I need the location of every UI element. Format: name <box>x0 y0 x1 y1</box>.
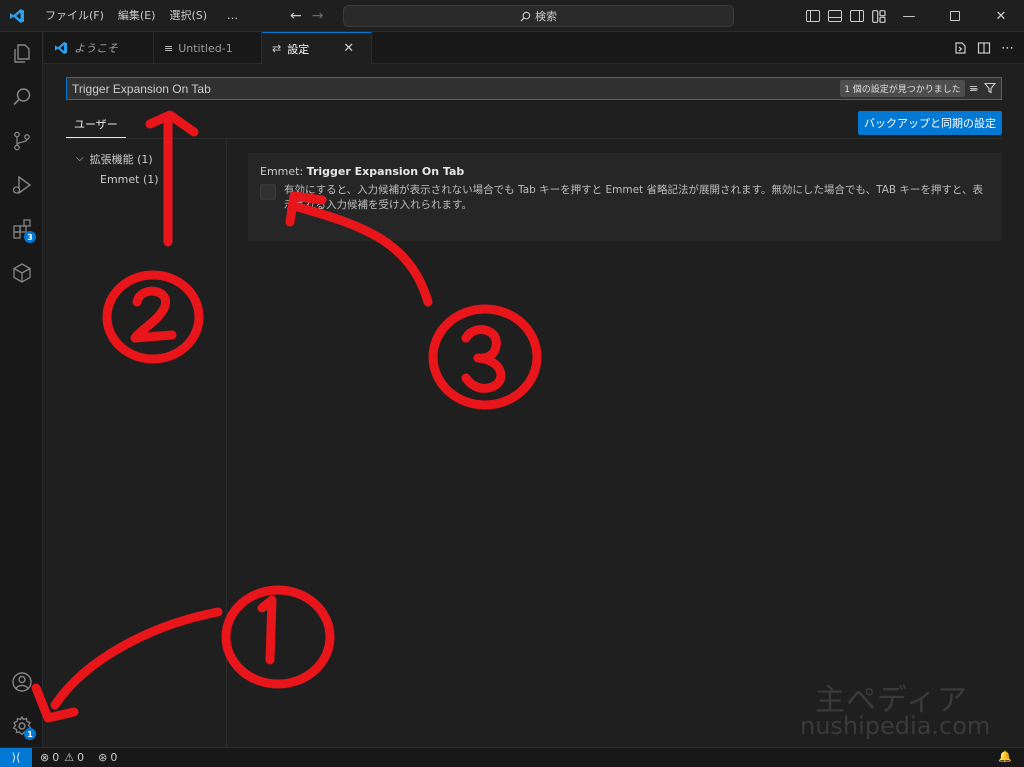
divider <box>66 138 1002 139</box>
settings-toc: ⌵ 拡張機能 (1) Emmet (1) <box>66 148 226 190</box>
settings-search: 1 個の設定が見つかりました ≡̶ <box>66 77 1002 100</box>
setting-name: Trigger Expansion On Tab <box>306 165 465 178</box>
customize-layout-icon[interactable] <box>872 9 886 23</box>
notifications-bell-icon[interactable]: 🔔 <box>998 750 1012 763</box>
menu-selection[interactable]: 選択(S) <box>162 0 214 32</box>
tab-untitled[interactable]: ≡ Untitled-1 <box>154 32 262 64</box>
more-actions-icon[interactable]: ⋯ <box>1001 41 1014 56</box>
menu-more[interactable]: … <box>220 0 245 32</box>
clear-filter-icon[interactable]: ≡̶ <box>969 82 978 95</box>
remote-indicator-icon[interactable]: ⟩⟨ <box>0 748 32 767</box>
manage-badge: 1 <box>24 728 36 740</box>
menu-bar: ファイル(F) 編集(E) 選択(S) … <box>38 0 245 32</box>
tab-label: 設定 <box>287 42 310 56</box>
command-center-label: 検索 <box>535 10 557 23</box>
status-bar: ⟩⟨ ⊗ 0 ⚠ 0 ⊛ 0 🔔 <box>0 747 1024 767</box>
broadcast-icon: ⊛ <box>98 751 108 764</box>
extensions-badge: 3 <box>24 231 36 243</box>
tab-label: ようこそ <box>74 42 118 55</box>
menu-file[interactable]: ファイル(F) <box>38 0 111 32</box>
account-icon[interactable] <box>0 662 43 702</box>
remote-explorer-icon[interactable] <box>0 253 43 293</box>
chevron-down-icon: ⌵ <box>76 153 84 164</box>
search-icon <box>520 11 531 22</box>
toc-item-extensions[interactable]: ⌵ 拡張機能 (1) <box>66 148 226 169</box>
setting-checkbox[interactable] <box>260 184 276 200</box>
watermark-url: nushipedia.com <box>800 712 991 740</box>
tab-settings[interactable]: ⇄ 設定 ✕ <box>262 32 372 64</box>
tab-label: Untitled-1 <box>178 41 233 55</box>
settings-scope-tabs: ユーザー <box>66 116 126 138</box>
warning-icon: ⚠ <box>64 751 75 764</box>
toggle-primary-sidebar-icon[interactable] <box>806 10 820 22</box>
error-count: 0 <box>52 751 60 764</box>
search-result-count: 1 個の設定が見つかりました <box>840 80 965 97</box>
window-controls: — ✕ <box>886 0 1024 32</box>
ports-count: 0 <box>110 751 118 764</box>
search-icon[interactable] <box>0 77 43 117</box>
activity-bar: 3 1 <box>0 32 43 747</box>
tab-welcome[interactable]: ようこそ <box>44 32 154 64</box>
menu-edit[interactable]: 編集(E) <box>111 0 163 32</box>
ports-indicator[interactable]: ⊛ 0 <box>98 751 117 764</box>
file-icon: ≡ <box>164 41 174 55</box>
problems-indicator[interactable]: ⊗ 0 ⚠ 0 <box>40 751 84 764</box>
setting-category: Emmet: <box>260 165 307 178</box>
tab-user-settings[interactable]: ユーザー <box>66 116 126 138</box>
filter-icon[interactable] <box>984 82 996 94</box>
warning-count: 0 <box>77 751 85 764</box>
toc-splitter <box>226 139 227 747</box>
settings-search-input[interactable] <box>67 81 841 96</box>
toc-item-emmet[interactable]: Emmet (1) <box>66 169 226 190</box>
forward-arrow-icon[interactable]: → <box>312 8 324 24</box>
navigation-controls: ← → <box>290 0 323 32</box>
extensions-icon[interactable]: 3 <box>0 209 43 249</box>
manage-gear-icon[interactable]: 1 <box>0 706 43 746</box>
maximize-icon[interactable] <box>932 0 978 32</box>
setting-description: 有効にすると、入力候補が表示されない場合でも Tab キーを押すと Emmet … <box>284 184 984 211</box>
explorer-icon[interactable] <box>0 34 43 74</box>
title-bar: ファイル(F) 編集(E) 選択(S) … ← → 検索 — ✕ <box>0 0 1024 32</box>
setting-title: Emmet: Trigger Expansion On Tab <box>260 165 990 178</box>
toc-label: Emmet (1) <box>100 173 159 186</box>
setting-item: Emmet: Trigger Expansion On Tab 有効にすると、入… <box>248 153 1002 241</box>
toggle-panel-icon[interactable] <box>828 10 842 22</box>
minimize-icon[interactable]: — <box>886 0 932 32</box>
editor-actions: ⋯ <box>953 32 1014 64</box>
editor-tabs: ようこそ ≡ Untitled-1 ⇄ 設定 ✕ ⋯ <box>44 32 1024 64</box>
split-editor-icon[interactable] <box>977 41 991 55</box>
toggle-secondary-sidebar-icon[interactable] <box>850 10 864 22</box>
vscode-icon <box>54 41 68 55</box>
error-icon: ⊗ <box>40 751 50 764</box>
close-window-icon[interactable]: ✕ <box>978 0 1024 32</box>
run-debug-icon[interactable] <box>0 165 43 205</box>
command-center-search[interactable]: 検索 <box>343 5 734 27</box>
toc-label: 拡張機能 (1) <box>89 152 153 166</box>
open-settings-json-icon[interactable] <box>953 41 967 55</box>
backup-sync-button[interactable]: バックアップと同期の設定 <box>858 111 1002 135</box>
close-tab-icon[interactable]: ✕ <box>343 41 354 56</box>
source-control-icon[interactable] <box>0 121 43 161</box>
back-arrow-icon[interactable]: ← <box>290 8 302 24</box>
vscode-logo-icon <box>2 0 32 32</box>
settings-editor: 1 個の設定が見つかりました ≡̶ ユーザー バックアップと同期の設定 ⌵ 拡張… <box>44 64 1024 747</box>
settings-icon: ⇄ <box>272 42 282 55</box>
layout-controls <box>806 0 886 32</box>
